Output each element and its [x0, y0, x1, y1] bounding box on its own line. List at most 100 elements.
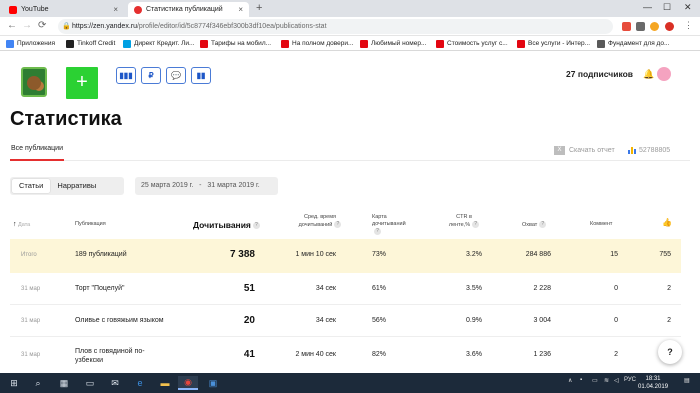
new-tab-button[interactable]: +: [256, 2, 262, 15]
bookmark-icon: [123, 39, 131, 48]
tab-all-publications[interactable]: Все публикации: [11, 145, 63, 152]
bookmark-item[interactable]: Все услуги - Интер...: [517, 38, 590, 49]
help-button[interactable]: ?: [658, 340, 682, 364]
row-reach: 3 004: [533, 317, 551, 324]
segment-narratives[interactable]: Нарративы: [50, 179, 103, 193]
toolbar: ▮▮▮ ₽ 💬 ▮▮: [116, 67, 211, 84]
extension-icon[interactable]: [622, 22, 631, 31]
subscribers-count[interactable]: 27 подписчиков: [566, 69, 633, 79]
menu-kebab-icon[interactable]: ⋮: [684, 19, 693, 31]
likes-icon[interactable]: 👍: [662, 219, 672, 227]
language-indicator[interactable]: РУС: [624, 377, 636, 383]
calculator-icon[interactable]: ▦: [54, 376, 74, 390]
help-icon[interactable]: ?: [539, 221, 547, 228]
total-reads: 7 388: [229, 249, 255, 260]
forward-icon[interactable]: →: [22, 20, 32, 32]
stats-icon[interactable]: ▮▮: [191, 67, 211, 84]
help-icon[interactable]: ?: [252, 222, 260, 230]
minimize-icon[interactable]: —: [643, 2, 652, 12]
notifications-icon[interactable]: ▤: [684, 377, 690, 384]
edge-icon[interactable]: e: [130, 376, 150, 390]
reload-icon[interactable]: ⟳: [38, 20, 46, 32]
back-icon[interactable]: ←: [7, 20, 17, 32]
row-reads: 51: [243, 283, 255, 294]
table-row[interactable]: 31 мар Оливье с говяжьим языком 20 34 се…: [10, 305, 681, 337]
clock[interactable]: 18:31 01.04.2019: [638, 375, 668, 391]
browser-tab-stats[interactable]: Статистика публикаций ×: [128, 2, 249, 17]
header-ctr[interactable]: CTR в ленте,%?: [446, 214, 482, 229]
header-reads[interactable]: Дочитывания?: [193, 220, 260, 230]
header-card[interactable]: Карта дочитываний?: [372, 214, 412, 236]
total-publications: 189 публикаций: [75, 251, 127, 258]
bookmark-item[interactable]: На полном довери...: [281, 38, 353, 49]
star-icon[interactable]: [650, 22, 659, 31]
feed-icon[interactable]: ▮▮▮: [116, 67, 136, 84]
chrome-icon[interactable]: ◉: [178, 376, 198, 390]
comments-icon[interactable]: 💬: [166, 67, 186, 84]
date-range-picker[interactable]: 25 марта 2019 г. - 31 марта 2019 г.: [135, 177, 278, 195]
search-icon[interactable]: ⌕: [28, 376, 48, 390]
battery-icon[interactable]: ▭: [592, 377, 598, 384]
help-icon[interactable]: ?: [472, 221, 480, 228]
bookmark-item[interactable]: Любимый номер...: [360, 38, 426, 49]
folder-icon[interactable]: ▬: [155, 376, 175, 390]
row-reads: 41: [243, 349, 255, 360]
segment-articles[interactable]: Статьи: [12, 179, 51, 193]
tray-app-icon[interactable]: ▪: [580, 377, 582, 383]
bookmark-icon: [281, 39, 289, 48]
bookmark-item[interactable]: Тарифы на мобил...: [200, 38, 271, 49]
bell-icon[interactable]: 🔔: [643, 69, 654, 80]
ruble-icon[interactable]: ₽: [141, 67, 161, 84]
close-tab-icon[interactable]: ×: [113, 5, 118, 14]
extension-icon[interactable]: [636, 22, 645, 31]
profile-icon[interactable]: [665, 22, 674, 31]
app-icon[interactable]: ▣: [203, 376, 223, 390]
download-report-button[interactable]: X Скачать отчет: [554, 146, 615, 155]
help-icon[interactable]: ?: [374, 228, 381, 235]
close-window-icon[interactable]: ✕: [684, 2, 692, 13]
bookmark-item[interactable]: Приложения: [6, 38, 55, 49]
header-ctr-label: CTR в ленте,%: [448, 214, 472, 228]
sort-date-header[interactable]: ↑ Дата: [13, 221, 30, 229]
zen-icon: [134, 5, 142, 14]
volume-icon[interactable]: ◁: [614, 377, 619, 384]
total-avg-time: 1 мин 10 сек: [295, 251, 336, 258]
table-row[interactable]: 31 мар Плов с говядиной по-узбекски 41 2…: [10, 337, 681, 373]
header-avg-time[interactable]: Сред. время дочитываний?: [297, 214, 343, 229]
close-tab-icon[interactable]: ×: [238, 5, 243, 14]
user-avatar[interactable]: [657, 67, 671, 81]
row-publication-link[interactable]: Плов с говядиной по-узбекски: [75, 347, 170, 365]
header-publication[interactable]: Публикация: [75, 221, 106, 228]
browser-tab-youtube[interactable]: YouTube ×: [3, 2, 124, 17]
mail-icon[interactable]: ✉: [105, 376, 125, 390]
row-date: 31 мар: [21, 352, 41, 358]
row-avg-time: 34 сек: [315, 317, 336, 324]
date-from: 25 марта 2019 г.: [141, 182, 194, 189]
add-publication-button[interactable]: +: [66, 67, 98, 99]
url-input[interactable]: 🔒 https://zen.yandex.ru/profile/editor/i…: [58, 19, 613, 34]
wifi-icon[interactable]: ≋: [604, 377, 609, 384]
maximize-icon[interactable]: ☐: [663, 2, 671, 13]
bookmark-item[interactable]: Директ Кредит. Ли...: [123, 38, 194, 49]
total-likes: 755: [659, 251, 671, 258]
table-row[interactable]: 31 мар Торт "Поцелуй" 51 34 сек 61% 3.5%…: [10, 273, 681, 305]
bookmark-item[interactable]: Tinkoff Credit: [66, 38, 115, 49]
bookmark-label: Приложения: [17, 40, 56, 47]
bookmark-item[interactable]: Фундамент для до...: [597, 38, 669, 49]
start-icon[interactable]: ⊞: [4, 376, 24, 390]
row-comments: 0: [614, 285, 618, 292]
bookmark-item[interactable]: Стоимость услуг с...: [436, 38, 508, 49]
bookmark-icon: [200, 39, 208, 48]
help-icon[interactable]: ?: [334, 221, 342, 228]
row-publication-link[interactable]: Оливье с говяжьим языком: [75, 317, 164, 324]
task-view-icon[interactable]: ▭: [80, 376, 100, 390]
row-publication-link[interactable]: Торт "Поцелуй": [75, 285, 125, 292]
bookmark-icon: [66, 39, 74, 48]
tray-chevron-icon[interactable]: ∧: [568, 377, 572, 384]
apps-icon: [6, 39, 14, 48]
header-comments[interactable]: Коммент: [590, 221, 612, 228]
channel-avatar[interactable]: [21, 67, 47, 97]
header-reach[interactable]: Охват?: [522, 221, 547, 229]
row-avg-time: 2 мин 40 сек: [295, 351, 336, 358]
tab-title: Статистика публикаций: [146, 6, 223, 13]
